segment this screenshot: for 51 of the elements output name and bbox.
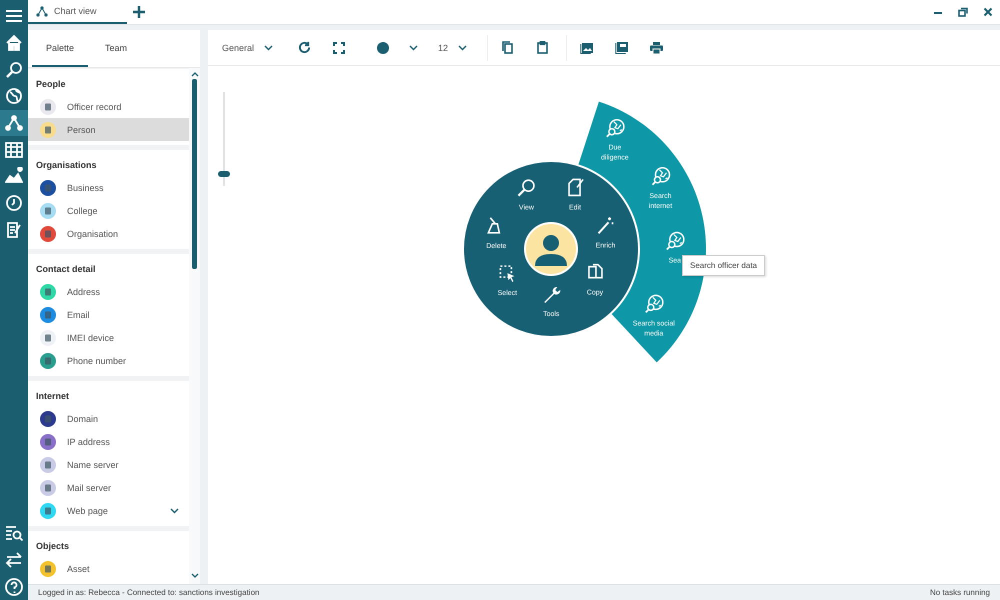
status-text: Logged in as: Rebecca - Connected to: sanctions investigation	[38, 588, 260, 597]
globe-search-icon[interactable]	[666, 232, 685, 250]
palette-item[interactable]: IP address	[28, 430, 189, 453]
chevron-down-icon	[458, 44, 468, 50]
section-heading: Contact detail	[35, 263, 97, 276]
palette-item[interactable]: Person	[28, 118, 189, 141]
palette-item[interactable]: IMEI device	[28, 326, 189, 349]
globe-search-icon[interactable]	[652, 167, 670, 186]
palette-item[interactable]: Organisation	[28, 222, 189, 245]
palette-item[interactable]: Phone number	[28, 349, 189, 372]
scrollbar-thumb[interactable]	[192, 79, 197, 269]
panel-tab[interactable]: Palette	[32, 30, 88, 67]
chevron-down-icon	[264, 44, 274, 50]
wrench-icon[interactable]	[544, 286, 560, 303]
scroll-down-icon[interactable]	[190, 573, 198, 579]
copy-icon[interactable]	[588, 264, 603, 278]
palette-item[interactable]: College	[28, 199, 189, 222]
globe-search-icon[interactable]	[645, 294, 664, 313]
palette-item[interactable]: Business	[28, 176, 189, 199]
palette-item[interactable]: Email	[28, 303, 189, 326]
section-heading: Internet	[35, 390, 70, 403]
edit-icon[interactable]	[568, 178, 584, 196]
document-tab[interactable]: Chart view	[28, 0, 127, 24]
palette-item[interactable]: Mail server	[28, 476, 189, 499]
font-size-dropdown[interactable]: 12	[434, 36, 472, 60]
section-heading: People	[35, 78, 67, 91]
status-text: No tasks running	[930, 588, 990, 597]
network-icon	[36, 6, 48, 16]
wand-icon[interactable]	[598, 216, 614, 234]
scroll-up-icon[interactable]	[190, 71, 198, 77]
chevron-down-icon[interactable]	[170, 508, 179, 514]
chevron-down-icon	[409, 44, 418, 50]
palette-item[interactable]: Web page	[28, 499, 189, 522]
panel-tab[interactable]: Team	[88, 30, 144, 67]
tooltip: Search officer data	[682, 255, 766, 276]
search-icon[interactable]	[518, 179, 535, 196]
network-icon[interactable]	[0, 110, 28, 136]
style-dropdown[interactable]: General	[218, 36, 278, 60]
section-heading: Objects	[35, 540, 70, 553]
person-avatar-icon[interactable]	[524, 222, 578, 276]
section-heading: Organisations	[35, 159, 98, 172]
palette-item[interactable]: Domain	[28, 407, 189, 430]
palette-item[interactable]: Officer record	[28, 95, 189, 118]
globe-search-icon[interactable]	[606, 118, 625, 138]
palette-item[interactable]: Asset	[28, 557, 189, 580]
color-swatch-icon	[377, 42, 390, 54]
palette-item[interactable]: Address	[28, 280, 189, 303]
palette-item[interactable]: Name server	[28, 453, 189, 476]
select-icon[interactable]	[500, 265, 514, 282]
zoom-slider[interactable]	[218, 92, 230, 186]
slider-thumb[interactable]	[218, 170, 230, 177]
